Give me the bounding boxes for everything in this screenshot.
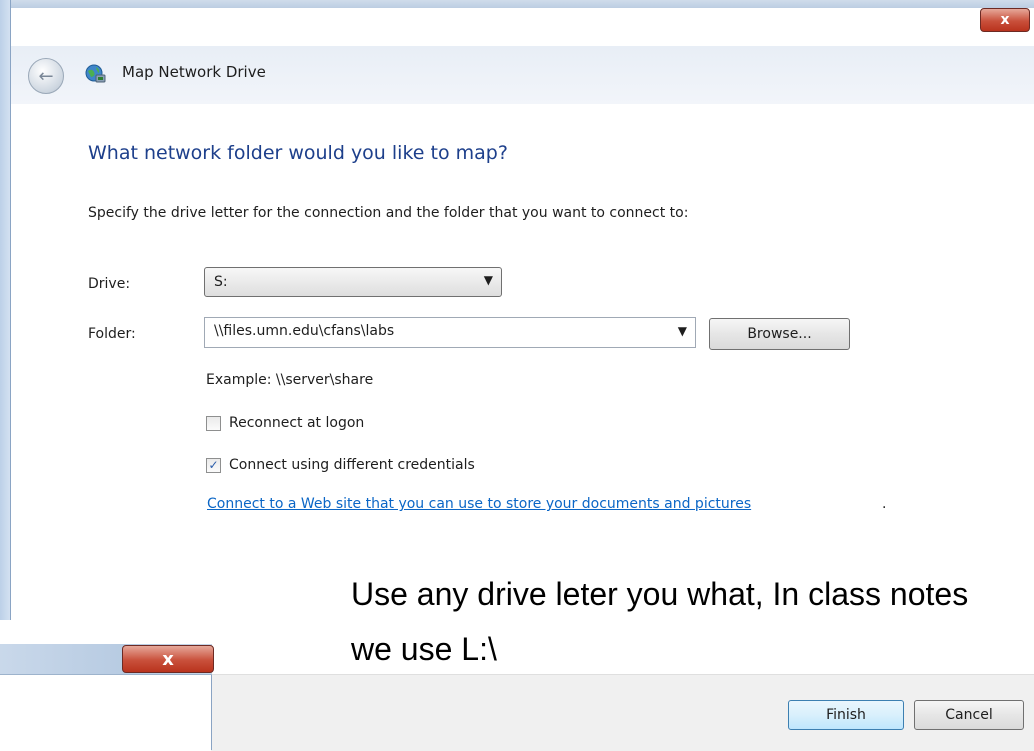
back-button[interactable]: ← (28, 58, 64, 94)
dialog-footer (211, 674, 1034, 751)
instruction-text: Specify the drive letter for the connect… (88, 205, 689, 221)
close-icon: x (1000, 12, 1010, 28)
background-window-body (0, 675, 212, 750)
drive-select[interactable]: S: ▼ (204, 267, 502, 297)
credentials-label[interactable]: Connect using different credentials (229, 457, 475, 473)
reconnect-checkbox[interactable] (206, 415, 221, 431)
example-text: Example: \\server\share (206, 372, 374, 388)
browse-button[interactable]: Browse... (709, 318, 850, 350)
window-close-button[interactable]: x (980, 8, 1030, 32)
link-period: . (882, 496, 887, 512)
network-globe-icon (85, 64, 106, 83)
credentials-row[interactable]: ✓ Connect using different credentials (206, 457, 475, 473)
credentials-checkbox[interactable]: ✓ (206, 457, 221, 473)
window-title: Map Network Drive (122, 63, 266, 81)
folder-label: Folder: (88, 326, 136, 342)
folder-input[interactable]: \\files.umn.edu\cfans\labs ▼ (204, 317, 696, 348)
map-network-drive-window: x ← Map Network Drive What network folde… (0, 0, 1034, 751)
drive-label: Drive: (88, 276, 131, 292)
chevron-down-icon: ▼ (483, 273, 493, 287)
cancel-button[interactable]: Cancel (914, 700, 1024, 730)
web-site-link[interactable]: Connect to a Web site that you can use t… (207, 496, 751, 512)
chevron-down-icon[interactable]: ▼ (678, 324, 687, 338)
finish-button[interactable]: Finish (788, 700, 904, 730)
close-icon: x (162, 648, 174, 670)
back-arrow-icon: ← (38, 65, 54, 87)
page-heading: What network folder would you like to ma… (88, 142, 508, 164)
drive-value: S: (214, 274, 228, 290)
checkmark-icon: ✓ (208, 458, 219, 472)
reconnect-label[interactable]: Reconnect at logon (229, 415, 364, 431)
reconnect-row[interactable]: Reconnect at logon (206, 415, 364, 431)
background-window-close-button[interactable]: x (122, 645, 214, 673)
window-frame-left (0, 0, 11, 620)
folder-value: \\files.umn.edu\cfans\labs (214, 323, 395, 339)
annotation-note: Use any drive leter you what, In class n… (351, 576, 969, 667)
window-frame-top (0, 0, 1034, 8)
